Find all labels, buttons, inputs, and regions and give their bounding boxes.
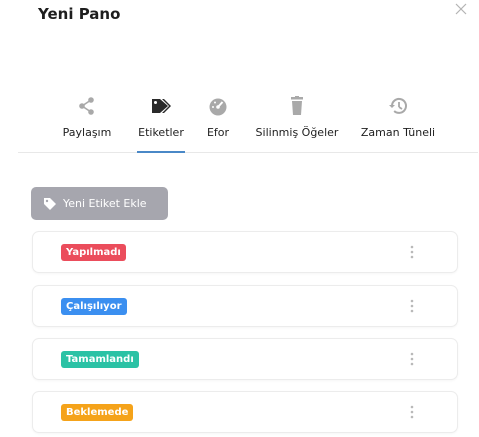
tab-label: Etiketler <box>138 126 184 139</box>
history-icon <box>389 97 407 114</box>
more-options-icon[interactable] <box>407 244 417 260</box>
trash-icon <box>291 96 303 115</box>
label-row: Yapılmadı <box>32 231 458 273</box>
label-row: Çalışılıyor <box>32 285 458 327</box>
tab-label: Efor <box>206 126 230 139</box>
dialog-title: Yeni Pano <box>38 5 121 23</box>
label-badge: Çalışılıyor <box>61 298 127 315</box>
tag-icon <box>152 99 171 113</box>
tab-bar: Paylaşım Etiketler Efor Silinmiş Öğeler … <box>18 96 478 153</box>
more-options-icon[interactable] <box>407 404 417 420</box>
tab-paylasim[interactable]: Paylaşım <box>58 96 116 152</box>
tab-efor[interactable]: Efor <box>203 96 233 152</box>
tab-zaman-tuneli[interactable]: Zaman Tüneli <box>356 96 440 152</box>
speedometer-icon <box>209 98 227 116</box>
tag-icon <box>44 197 56 210</box>
close-icon[interactable] <box>454 2 468 16</box>
add-label-button[interactable]: Yeni Etiket Ekle <box>31 187 168 220</box>
add-label-button-text: Yeni Etiket Ekle <box>63 197 147 210</box>
tab-label: Silinmiş Öğeler <box>255 126 339 139</box>
more-options-icon[interactable] <box>407 298 417 314</box>
label-row: Tamamlandı <box>32 338 458 380</box>
tab-label: Paylaşım <box>62 126 112 139</box>
label-badge: Beklemede <box>61 404 134 421</box>
tab-etiketler[interactable]: Etiketler <box>137 96 185 153</box>
more-options-icon[interactable] <box>407 351 417 367</box>
label-row: Beklemede <box>32 391 458 433</box>
share-icon <box>79 97 94 115</box>
tab-label: Zaman Tüneli <box>360 126 436 139</box>
tab-silinmis-ogeler[interactable]: Silinmiş Öğeler <box>253 96 341 152</box>
label-badge: Tamamlandı <box>61 351 139 368</box>
label-badge: Yapılmadı <box>61 244 126 261</box>
